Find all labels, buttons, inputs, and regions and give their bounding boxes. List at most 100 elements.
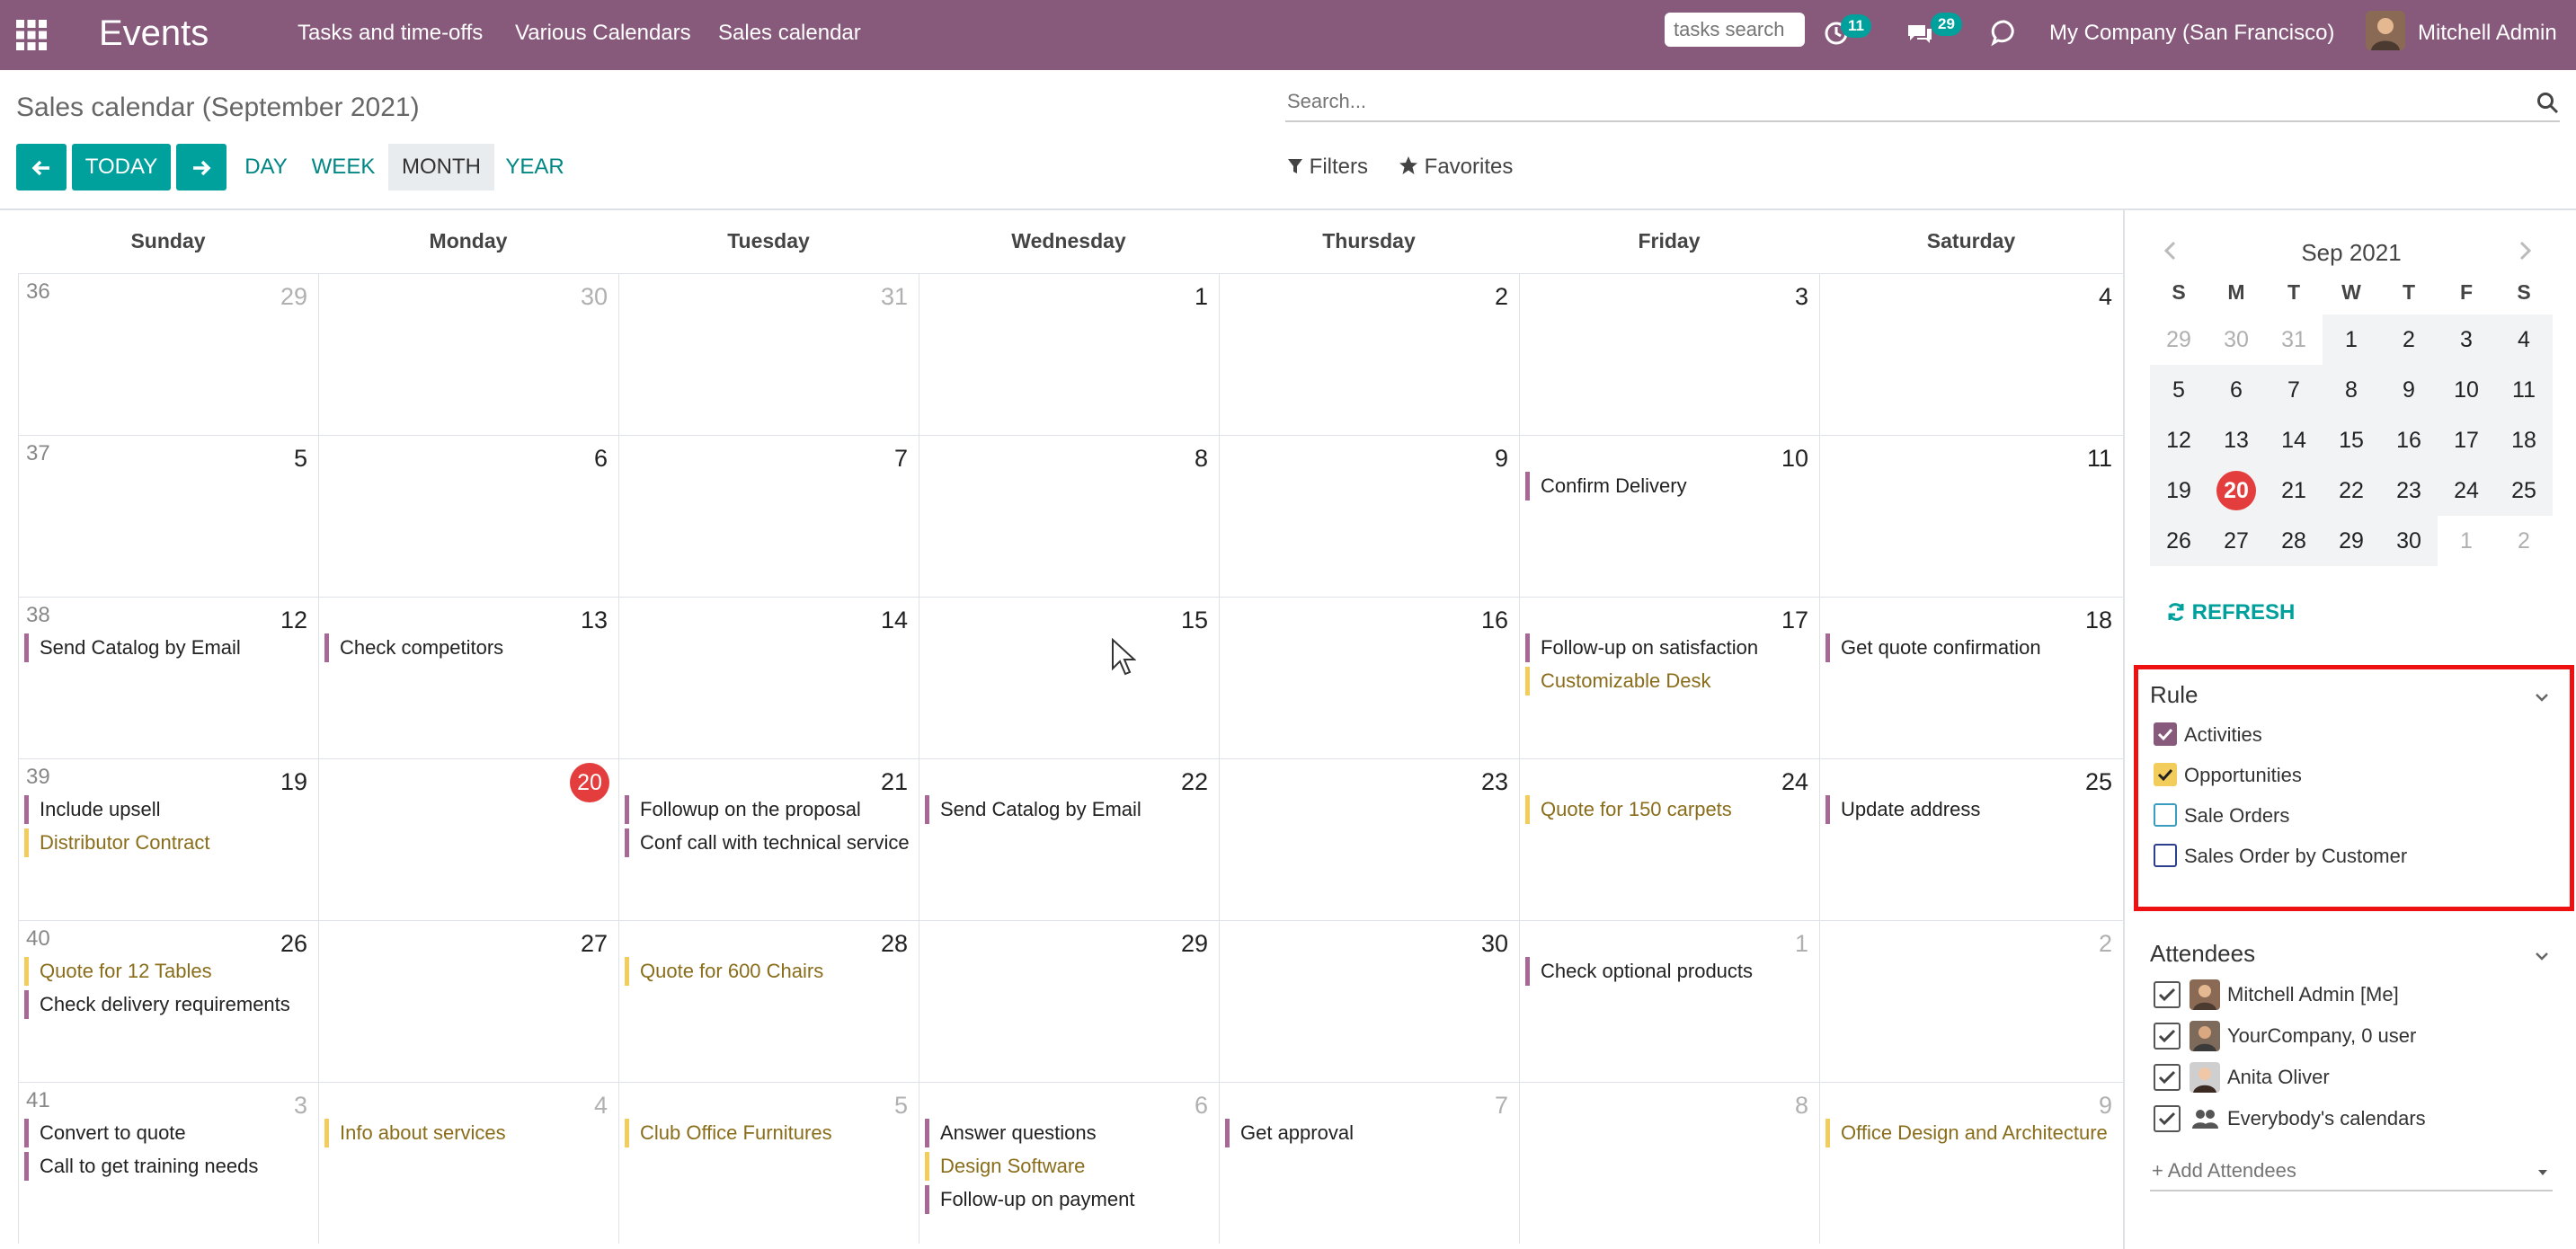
checkbox[interactable]: [2154, 722, 2177, 746]
mini-calendar-day[interactable]: 5: [2150, 365, 2207, 415]
calendar-day-cell[interactable]: 31: [618, 273, 919, 435]
calendar-event[interactable]: Club Office Furnitures: [625, 1119, 915, 1147]
attendee-filter[interactable]: Anita Oliver: [2150, 1059, 2545, 1094]
mini-calendar-day[interactable]: 22: [2323, 465, 2380, 516]
calendar-day-cell[interactable]: 7: [618, 435, 919, 597]
calendar-event[interactable]: Confirm Delivery: [1525, 472, 1816, 500]
mini-calendar-day[interactable]: 20: [2207, 465, 2265, 516]
mini-calendar-day[interactable]: 2: [2380, 314, 2438, 365]
calendar-day-cell[interactable]: 41 3 Convert to quote Call to get training …: [18, 1082, 318, 1244]
calendar-event[interactable]: Info about services: [324, 1119, 615, 1147]
calendar-event[interactable]: Check competitors: [324, 633, 615, 662]
next-button[interactable]: [176, 144, 227, 190]
mini-calendar-day[interactable]: 25: [2495, 465, 2553, 516]
calendar-day-cell[interactable]: 9 Office Design and Architecture: [1819, 1082, 2123, 1244]
mini-calendar-day[interactable]: 3: [2438, 314, 2495, 365]
scale-month-button[interactable]: MONTH: [388, 144, 494, 190]
calendar-day-cell[interactable]: 37 5: [18, 435, 318, 597]
calendar-day-cell[interactable]: 8: [919, 435, 1219, 597]
chevron-down-icon[interactable]: [2533, 688, 2551, 706]
checkbox[interactable]: [2154, 763, 2177, 786]
calendar-event[interactable]: Quote for 600 Chairs: [625, 957, 915, 986]
mini-calendar-day[interactable]: 13: [2207, 415, 2265, 465]
today-button[interactable]: TODAY: [72, 144, 171, 190]
user-menu[interactable]: Mitchell Admin: [2418, 20, 2557, 47]
mini-calendar-day[interactable]: 1: [2438, 516, 2495, 566]
calendar-event[interactable]: Conf call with technical service: [625, 828, 915, 857]
chevron-down-icon[interactable]: [2533, 947, 2551, 965]
mini-calendar-day[interactable]: 14: [2265, 415, 2323, 465]
scale-year-button[interactable]: YEAR: [503, 144, 566, 190]
add-attendees-input[interactable]: [2150, 1156, 2513, 1186]
calendar-event[interactable]: Answer questions: [925, 1119, 1215, 1147]
calendar-event[interactable]: Convert to quote: [24, 1119, 315, 1147]
mini-calendar-day[interactable]: 10: [2438, 365, 2495, 415]
calendar-event[interactable]: Quote for 12 Tables: [24, 957, 315, 986]
mini-calendar-day[interactable]: 12: [2150, 415, 2207, 465]
previous-button[interactable]: [16, 144, 67, 190]
mini-calendar-day[interactable]: 16: [2380, 415, 2438, 465]
calendar-day-cell[interactable]: 13 Check competitors: [318, 597, 618, 758]
calendar-event[interactable]: Customizable Desk: [1525, 667, 1816, 695]
rule-filter-opportunities[interactable]: Opportunities: [2150, 759, 2545, 792]
calendar-day-cell[interactable]: 21 Followup on the proposal Conf call with…: [618, 758, 919, 920]
favorites-button[interactable]: Favorites: [1399, 153, 1513, 182]
mini-calendar-day[interactable]: 27: [2207, 516, 2265, 566]
calendar-day-cell[interactable]: 30: [1219, 920, 1519, 1082]
mini-calendar-day[interactable]: 9: [2380, 365, 2438, 415]
calendar-day-cell[interactable]: 27: [318, 920, 618, 1082]
search-icon[interactable]: [2536, 92, 2560, 115]
menu-tasks-time-offs[interactable]: Tasks and time-offs: [298, 20, 483, 47]
checkbox[interactable]: [2154, 1105, 2181, 1132]
calendar-day-cell[interactable]: 18 Get quote confirmation: [1819, 597, 2123, 758]
attendee-filter[interactable]: YourCompany, 0 user: [2150, 1017, 2545, 1053]
calendar-event[interactable]: Call to get training needs: [24, 1152, 315, 1181]
menu-sales-calendar[interactable]: Sales calendar: [718, 20, 861, 47]
checkbox[interactable]: [2154, 803, 2177, 827]
scale-day-button[interactable]: DAY: [235, 144, 297, 190]
checkbox[interactable]: [2154, 1064, 2181, 1091]
calendar-event[interactable]: Get quote confirmation: [1825, 633, 2119, 662]
calendar-day-cell[interactable]: 5 Club Office Furnitures: [618, 1082, 919, 1244]
mini-calendar-day[interactable]: 2: [2495, 516, 2553, 566]
calendar-event[interactable]: Send Catalog by Email: [925, 795, 1215, 824]
scale-week-button[interactable]: WEEK: [307, 144, 379, 190]
calendar-day-cell[interactable]: 2: [1819, 920, 2123, 1082]
search-input[interactable]: [1285, 86, 2511, 117]
dropdown-caret-icon[interactable]: [2536, 1168, 2549, 1177]
rule-filter-sales-order-by-customer[interactable]: Sales Order by Customer: [2150, 840, 2545, 873]
calendar-day-cell[interactable]: 28 Quote for 600 Chairs: [618, 920, 919, 1082]
calendar-day-cell[interactable]: 30: [318, 273, 618, 435]
mini-calendar-day[interactable]: 26: [2150, 516, 2207, 566]
calendar-day-cell[interactable]: 17 Follow-up on satisfaction Customizable …: [1519, 597, 1819, 758]
checkbox[interactable]: [2154, 981, 2181, 1008]
mini-calendar-day[interactable]: 4: [2495, 314, 2553, 365]
calendar-day-cell[interactable]: 4 Info about services: [318, 1082, 618, 1244]
checkbox[interactable]: [2154, 844, 2177, 867]
calendar-day-cell[interactable]: 1: [919, 273, 1219, 435]
calendar-day-cell[interactable]: 2: [1219, 273, 1519, 435]
mini-calendar-day[interactable]: 17: [2438, 415, 2495, 465]
calendar-event[interactable]: Follow-up on payment: [925, 1185, 1215, 1214]
mini-calendar-day[interactable]: 30: [2380, 516, 2438, 566]
calendar-day-cell[interactable]: 9: [1219, 435, 1519, 597]
mini-calendar-day[interactable]: 21: [2265, 465, 2323, 516]
rule-filter-sale-orders[interactable]: Sale Orders: [2150, 800, 2545, 832]
app-title[interactable]: Events: [99, 11, 209, 56]
calendar-event[interactable]: Update address: [1825, 795, 2119, 824]
calendar-day-cell[interactable]: 29: [919, 920, 1219, 1082]
calendar-day-cell[interactable]: 6 Answer questions Design Software Follow-u…: [919, 1082, 1219, 1244]
calendar-event[interactable]: Send Catalog by Email: [24, 633, 315, 662]
chat-bubble-icon[interactable]: [1990, 18, 2019, 47]
user-avatar[interactable]: [2366, 11, 2405, 50]
calendar-event[interactable]: Design Software: [925, 1152, 1215, 1181]
mini-calendar-day[interactable]: 29: [2150, 314, 2207, 365]
calendar-day-cell[interactable]: 40 26 Quote for 12 Tables Check delivery re…: [18, 920, 318, 1082]
calendar-day-cell[interactable]: 7 Get approval: [1219, 1082, 1519, 1244]
calendar-event[interactable]: Followup on the proposal: [625, 795, 915, 824]
mini-calendar-day[interactable]: 15: [2323, 415, 2380, 465]
mini-calendar-day[interactable]: 30: [2207, 314, 2265, 365]
mini-calendar-day[interactable]: 19: [2150, 465, 2207, 516]
calendar-day-cell[interactable]: 4: [1819, 273, 2123, 435]
calendar-day-cell[interactable]: 1 Check optional products: [1519, 920, 1819, 1082]
